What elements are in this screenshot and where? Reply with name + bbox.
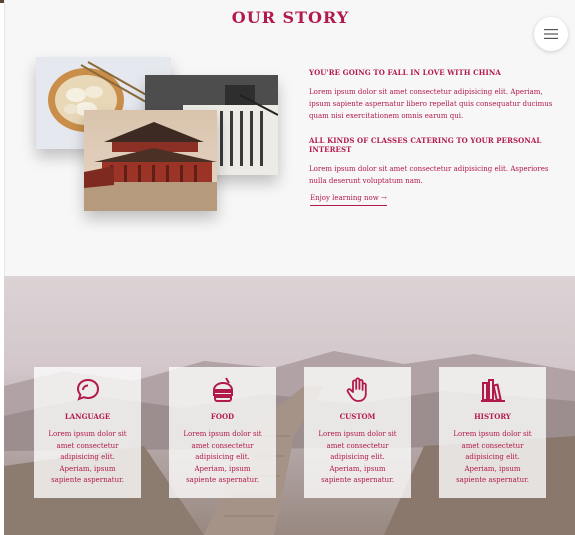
feature-card-food: FOOD Lorem ipsum dolor sit amet consecte… (169, 367, 276, 498)
our-story-section: OUR STORY YOU'RE GOING TO FALL IN LOVE W… (4, 0, 575, 276)
feature-title: CUSTOM (339, 412, 376, 421)
story-heading-2: ALL KINDS OF CLASSES CATERING TO YOUR PE… (309, 136, 542, 154)
feature-title: LANGUAGE (64, 412, 111, 421)
menu-button[interactable] (534, 17, 568, 51)
feature-text: Lorem ipsum dolor sit amet consectetur a… (453, 430, 532, 484)
story-paragraph-1: Lorem ipsum dolor sit amet consectetur a… (309, 88, 553, 120)
enjoy-learning-link[interactable]: Enjoy learning now → (310, 194, 387, 206)
feature-text: Lorem ipsum dolor sit amet consectetur a… (318, 430, 397, 484)
hand-icon (346, 377, 367, 402)
page-title: OUR STORY (231, 8, 350, 27)
features-section: LANGUAGE Lorem ipsum dolor sit amet cons… (4, 276, 575, 535)
feature-card-history: HISTORY Lorem ipsum dolor sit amet conse… (439, 367, 546, 498)
story-heading-1: YOU'RE GOING TO FALL IN LOVE WITH CHINA (309, 68, 501, 77)
feature-title: FOOD (210, 412, 235, 421)
story-paragraph-2: Lorem ipsum dolor sit amet consectetur a… (309, 165, 549, 185)
story-text: YOU'RE GOING TO FALL IN LOVE WITH CHINA … (309, 68, 559, 187)
feature-card-language: LANGUAGE Lorem ipsum dolor sit amet cons… (34, 367, 141, 498)
feature-title: HISTORY (474, 412, 511, 421)
forbidden-city-photo (84, 110, 217, 211)
hamburger-menu-icon (544, 29, 558, 39)
feature-card-custom: CUSTOM Lorem ipsum dolor sit amet consec… (304, 367, 411, 498)
books-icon (480, 379, 505, 402)
feature-text: Lorem ipsum dolor sit amet consectetur a… (183, 430, 262, 484)
feature-text: Lorem ipsum dolor sit amet consectetur a… (48, 430, 127, 484)
speech-bubbles-icon (76, 378, 99, 401)
fast-food-icon (212, 377, 233, 402)
